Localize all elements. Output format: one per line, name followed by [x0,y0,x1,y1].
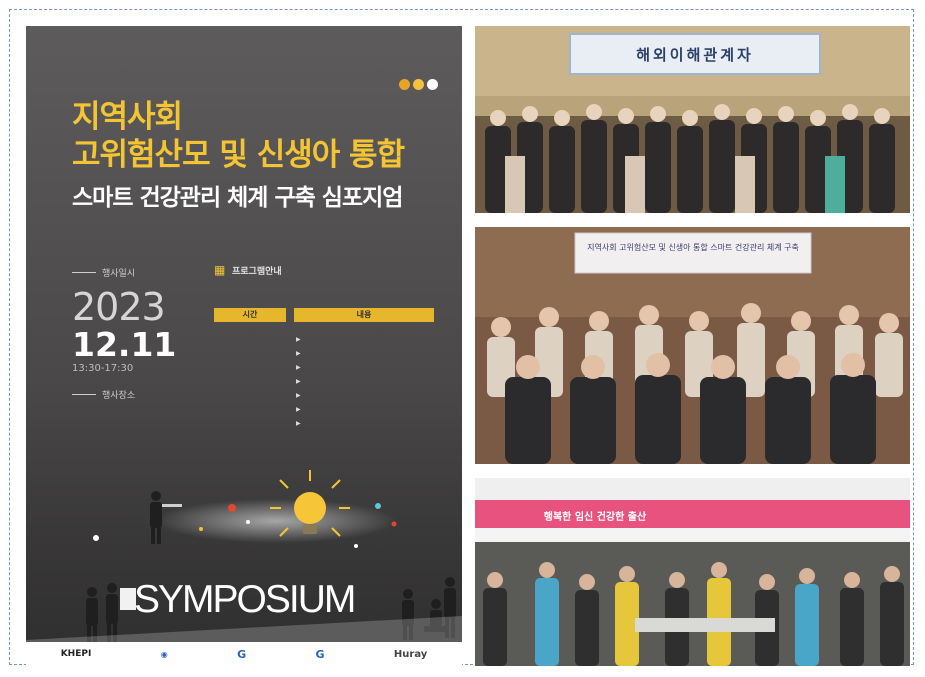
sponsor-logos: KHEPI ◉ G G Huray [26,642,462,666]
photo-image: 해외이해관계자 [475,26,910,213]
poster-illustration [26,470,462,642]
light-glow [156,499,396,543]
sponsor-logo-5: Huray [393,648,428,660]
person-icon [86,587,98,642]
sponsor-logo-1: KHEPI [60,649,92,659]
crowd [475,104,910,213]
group-photo-2: 지역사회 고위험산모 및 신생아 통합 스마트 건강관리 체계 구축 [475,227,910,464]
circle-logo-icon: ◉ [160,649,168,659]
banner-text: 행복한 임신 건강한 출산 [544,510,647,523]
person-icon [106,583,136,642]
sponsor-logo-2: ◉ [161,650,168,659]
group-photo-1: 해외이해관계자 [475,26,910,213]
photo-image: 지역사회 고위험산모 및 신생아 통합 스마트 건강관리 체계 구축 [475,227,910,464]
photo-image: 행복한 임신 건강한 출산 [475,478,910,666]
symposium-text: SYMPOSIUM [134,578,356,621]
banner [574,232,812,274]
banner-text: 해외이해관계자 [636,46,754,64]
sponsor-logo-3: G [237,647,247,661]
event-photo-3: 행복한 임신 건강한 출산 [475,478,910,666]
symposium-poster: 지역사회 고위험산모 및 신생아 통합 스마트 건강관리 체계 구축 심포지엄 … [26,26,462,666]
banner-text: 지역사회 고위험산모 및 신생아 통합 스마트 건강관리 체계 구축 [587,242,799,252]
sponsor-logo-4: G [315,647,325,661]
crowd [475,542,910,666]
